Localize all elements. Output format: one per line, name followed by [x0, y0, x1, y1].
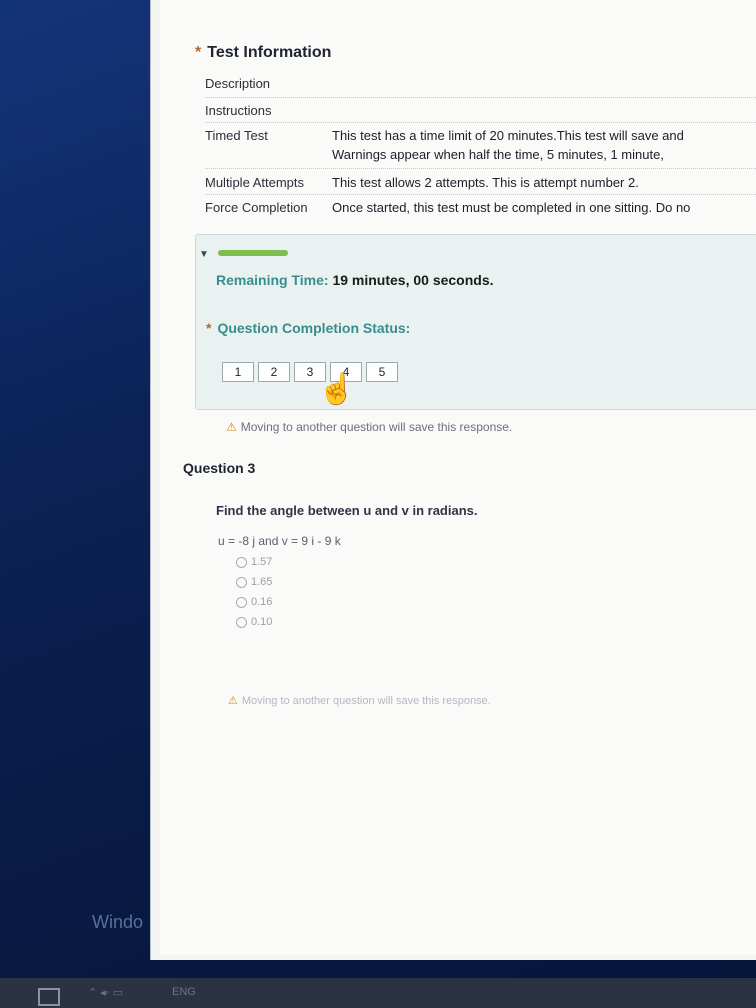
multiple-attempts-value: This test allows 2 attempts. This is att…: [332, 175, 639, 190]
answer-option[interactable]: 0.10: [236, 616, 272, 628]
question-vectors: u = -8 j and v = 9 i - 9 k: [218, 534, 341, 548]
answer-option[interactable]: 0.16: [236, 596, 272, 608]
collapse-triangle-icon[interactable]: ▼: [199, 249, 209, 260]
language-indicator[interactable]: ENG: [172, 986, 196, 998]
radio-button[interactable]: [236, 596, 247, 608]
save-warning: ⚠ Moving to another question will save th…: [226, 420, 513, 434]
divider: [205, 122, 756, 123]
question-prompt: Find the angle between u and v in radian…: [216, 503, 478, 518]
notification-icon[interactable]: [38, 988, 60, 1006]
divider: [205, 168, 756, 169]
instructions-label: Instructions: [205, 103, 272, 118]
question-1-button[interactable]: 1: [222, 362, 254, 382]
windows-activation-watermark: Windo: [92, 912, 144, 932]
divider: [205, 194, 756, 195]
timed-test-warnings: Warnings appear when half the time, 5 mi…: [332, 147, 664, 162]
timed-test-value: This test has a time limit of 20 minutes…: [332, 128, 684, 143]
force-completion-label: Force Completion: [205, 200, 308, 215]
test-information-heading[interactable]: * Test Information: [195, 44, 331, 62]
collapse-star-icon: *: [195, 44, 202, 61]
answer-option[interactable]: 1.57: [236, 556, 272, 568]
warning-icon: ⚠: [226, 420, 237, 434]
divider: [205, 97, 756, 98]
question-completion-status[interactable]: * Question Completion Status:: [206, 320, 410, 336]
question-5-button[interactable]: 5: [366, 362, 398, 382]
force-completion-value: Once started, this test must be complete…: [332, 200, 691, 215]
tray-icons[interactable]: ⌃ ◂◦ ▭: [88, 986, 123, 999]
radio-button[interactable]: [236, 556, 247, 568]
description-label: Description: [205, 76, 271, 91]
radio-button[interactable]: [236, 576, 247, 588]
page-content: [160, 0, 756, 955]
timed-test-label: Timed Test: [205, 128, 268, 143]
hand-cursor-icon: ☝: [318, 373, 356, 406]
remaining-time: Remaining Time: 19 minutes, 00 seconds.: [216, 272, 494, 288]
warning-icon: ⚠: [228, 695, 238, 707]
question-nav: 1 2 3 4 5: [222, 362, 398, 382]
time-progress-bar: [218, 250, 288, 256]
question-2-button[interactable]: 2: [258, 362, 290, 382]
radio-button[interactable]: [236, 616, 247, 628]
expand-star-icon: *: [206, 320, 212, 336]
question-title: Question 3: [183, 460, 256, 476]
save-warning-bottom: ⚠ Moving to another question will save th…: [228, 695, 491, 707]
answer-option[interactable]: 1.65: [236, 576, 272, 588]
multiple-attempts-label: Multiple Attempts: [205, 175, 304, 190]
